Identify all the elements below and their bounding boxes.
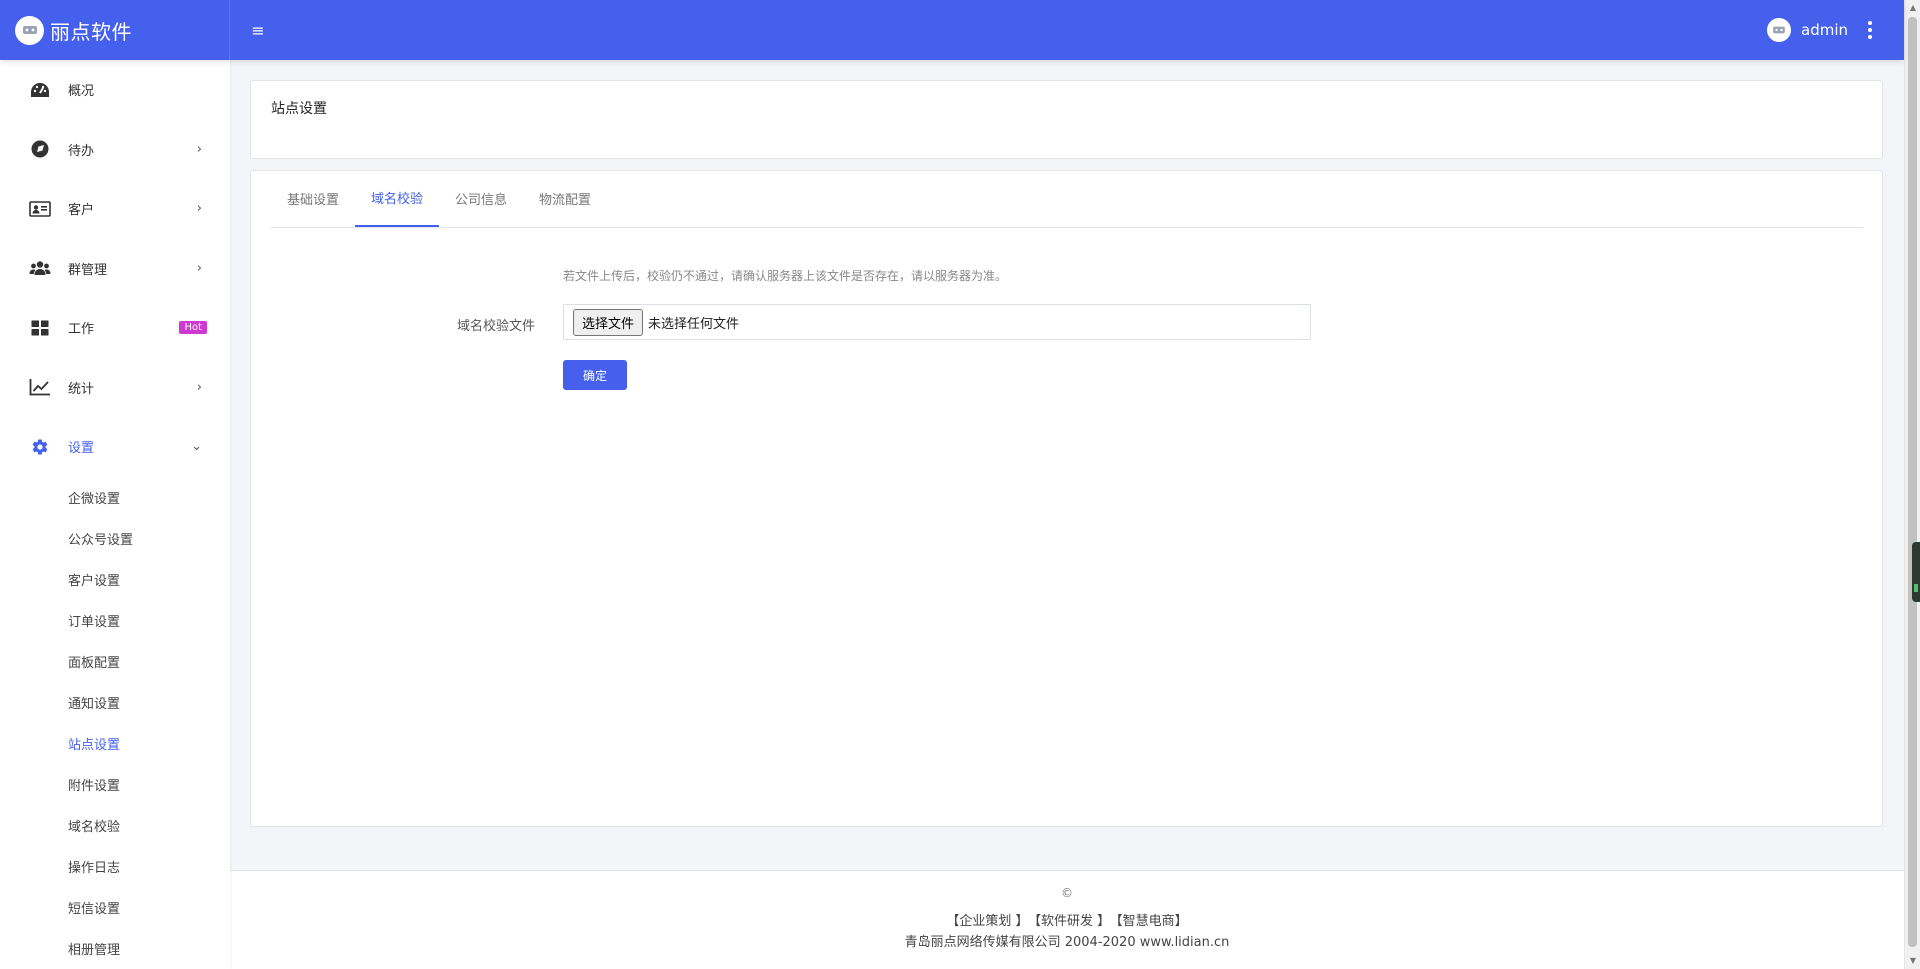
footer-link-planning[interactable]: 【企业策划 】	[946, 914, 1028, 929]
sidebar-item-statistics[interactable]: 统计 ›	[0, 358, 230, 418]
footer-links: 【企业策划 】【软件研发 】【智慧电商】	[230, 910, 1904, 929]
sidebar-item-overview[interactable]: 概况	[0, 60, 230, 120]
sidebar-item-customers[interactable]: 客户 ›	[0, 179, 230, 239]
file-status: 未选择任何文件	[648, 316, 740, 332]
form-label-verification-file: 域名校验文件	[456, 319, 535, 334]
scroll-down-arrow-icon[interactable]: ▼	[1905, 953, 1920, 969]
chevron-right-icon: ›	[196, 141, 202, 157]
compass-icon	[29, 138, 51, 160]
footer-link-software[interactable]: 【软件研发 】	[1034, 914, 1110, 929]
gear-icon	[29, 436, 51, 458]
sidebar-subitem-site-settings[interactable]: 站点设置	[0, 723, 230, 764]
avatar[interactable]	[1767, 18, 1791, 42]
footer-company: 青岛丽点网络传媒有限公司 2004-2020 www.lidian.cn	[904, 935, 1230, 950]
tab-company-info[interactable]: 公司信息	[439, 170, 523, 227]
page-header-card: 站点设置	[250, 80, 1883, 159]
choose-file-button[interactable]: 选择文件	[573, 308, 644, 336]
brand-logo-icon	[15, 15, 44, 45]
chart-line-icon	[29, 376, 51, 398]
user-area: admin	[1767, 18, 1904, 42]
username[interactable]: admin	[1801, 21, 1848, 39]
sidebar-item-label: 统计	[68, 381, 95, 397]
sidebar-subitem-sms-settings[interactable]: 短信设置	[0, 887, 230, 928]
sidebar-item-label: 设置	[68, 441, 95, 457]
page-scrollbar[interactable]: ▲ ▼	[1904, 0, 1920, 969]
sidebar-item-label: 待办	[68, 143, 95, 159]
dashboard-icon	[29, 79, 51, 101]
menu-toggle-icon[interactable]: ≡	[248, 21, 268, 40]
tab-basic-settings[interactable]: 基础设置	[271, 170, 355, 227]
tab-bar: 基础设置 域名校验 公司信息 物流配置	[271, 171, 1863, 228]
sidebar: 概况 待办 › 客户 › 群管理 › 工作 Hot 统计 › 设置 ⌄ 企微设置…	[0, 60, 230, 969]
tab-logistics-config[interactable]: 物流配置	[523, 170, 607, 227]
tab-domain-verification[interactable]: 域名校验	[355, 170, 440, 227]
id-card-icon	[29, 198, 51, 220]
chevron-right-icon: ›	[196, 379, 202, 395]
users-icon	[29, 257, 51, 279]
sidebar-subitem-operation-log[interactable]: 操作日志	[0, 846, 230, 887]
settings-card: 基础设置 域名校验 公司信息 物流配置 若文件上传后，校验仍不通过，请确认服务器…	[250, 170, 1883, 827]
side-panel-handle[interactable]	[1912, 542, 1920, 602]
sidebar-subitem-wecom-settings[interactable]: 企微设置	[0, 477, 230, 518]
sidebar-item-work[interactable]: 工作 Hot	[0, 298, 230, 358]
sidebar-item-label: 概况	[68, 84, 95, 100]
chevron-right-icon: ›	[196, 201, 202, 217]
more-vertical-icon[interactable]	[1864, 19, 1876, 41]
scroll-thumb[interactable]	[1908, 17, 1917, 947]
sidebar-item-label: 工作	[68, 322, 95, 338]
sidebar-subitem-customer-settings[interactable]: 客户设置	[0, 559, 230, 600]
sidebar-subitem-panel-config[interactable]: 面板配置	[0, 641, 230, 682]
sidebar-subitem-attachment-settings[interactable]: 附件设置	[0, 764, 230, 805]
chevron-down-icon: ⌄	[191, 439, 202, 455]
sidebar-item-label: 群管理	[68, 262, 108, 278]
sidebar-subitem-order-settings[interactable]: 订单设置	[0, 600, 230, 641]
sidebar-subitem-domain-verification[interactable]: 域名校验	[0, 805, 230, 846]
grid-icon	[29, 317, 51, 339]
file-input[interactable]: 选择文件 未选择任何文件	[563, 304, 1311, 340]
footer-link-ecommerce[interactable]: 【智慧电商】	[1116, 914, 1188, 929]
sidebar-subitem-official-account-settings[interactable]: 公众号设置	[0, 518, 230, 559]
scroll-up-arrow-icon[interactable]: ▲	[1905, 0, 1920, 16]
chevron-right-icon: ›	[196, 260, 202, 276]
sidebar-item-groups[interactable]: 群管理 ›	[0, 239, 230, 299]
copyright-symbol: ©	[1061, 886, 1073, 900]
form-hint: 若文件上传后，校验仍不通过，请确认服务器上该文件是否存在，请以服务器为准。	[563, 269, 1008, 283]
sidebar-subitem-album-management[interactable]: 相册管理	[0, 928, 230, 969]
page-title: 站点设置	[271, 101, 327, 117]
sidebar-item-todo[interactable]: 待办 ›	[0, 120, 230, 180]
footer: © 【企业策划 】【软件研发 】【智慧电商】 青岛丽点网络传媒有限公司 2004…	[230, 870, 1904, 969]
sidebar-item-settings[interactable]: 设置 ⌄	[0, 417, 230, 477]
sidebar-subitem-notification-settings[interactable]: 通知设置	[0, 682, 230, 723]
sidebar-item-label: 客户	[68, 203, 95, 219]
submit-button[interactable]: 确定	[563, 360, 627, 390]
brand[interactable]: 丽点软件	[0, 0, 230, 60]
brand-name: 丽点软件	[50, 19, 132, 44]
top-navbar: 丽点软件 ≡ admin	[0, 0, 1904, 60]
hot-badge: Hot	[179, 321, 207, 335]
